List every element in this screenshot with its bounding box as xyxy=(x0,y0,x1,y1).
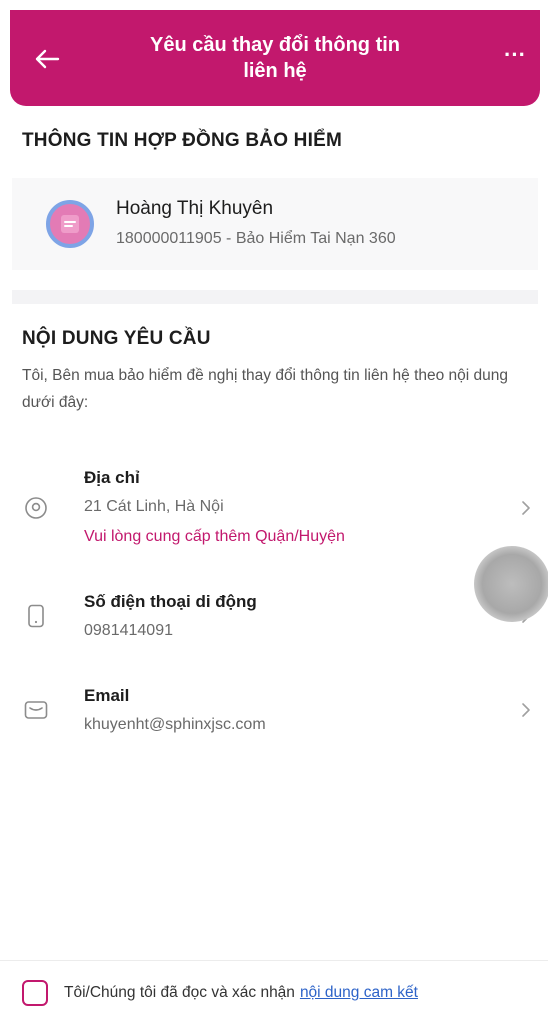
footer-divider xyxy=(0,960,548,961)
page-title-line-2: liên hệ xyxy=(243,60,307,82)
page-title: Yêu cầu thay đổi thông tin liên hệ xyxy=(100,32,450,84)
commitment-link[interactable]: nội dung cam kết xyxy=(300,984,418,1002)
assistive-touch-button[interactable] xyxy=(474,546,548,622)
holder-name: Hoàng Thị Khuyên xyxy=(116,198,274,219)
mobile-phone-icon xyxy=(28,604,44,628)
consent-text: Tôi/Chúng tôi đã đọc và xác nhận xyxy=(64,984,295,1001)
email-row[interactable]: Email khuyenht@sphinxjsc.com xyxy=(12,684,538,740)
contract-avatar xyxy=(46,200,94,248)
consent-row: Tôi/Chúng tôi đã đọc và xác nhận nội dun… xyxy=(22,980,418,1006)
back-button[interactable] xyxy=(32,44,62,74)
arrow-left-icon xyxy=(35,49,60,69)
contract-card: Hoàng Thị Khuyên 180000011905 - Bảo Hiểm… xyxy=(12,178,538,270)
address-row[interactable]: Địa chỉ 21 Cát Linh, Hà Nội Vui lòng cun… xyxy=(12,462,538,552)
phone-label: Số điện thoại di động xyxy=(84,592,257,611)
consent-checkbox[interactable] xyxy=(22,980,48,1006)
address-hint: Vui lòng cung cấp thêm Quận/Huyện xyxy=(84,528,345,545)
address-value: 21 Cát Linh, Hà Nội xyxy=(84,498,224,515)
more-options-button[interactable]: ··· xyxy=(500,44,530,74)
section-divider xyxy=(12,290,538,304)
email-label: Email xyxy=(84,686,130,705)
document-icon xyxy=(61,215,79,233)
mail-icon xyxy=(24,701,48,719)
request-section-title: NỘI DUNG YÊU CẦU xyxy=(22,328,211,349)
address-label: Địa chỉ xyxy=(84,468,140,487)
chevron-right-icon xyxy=(522,501,530,515)
location-pin-icon xyxy=(25,497,47,519)
phone-value: 0981414091 xyxy=(84,622,173,639)
contract-section-title: THÔNG TIN HỢP ĐỒNG BẢO HIỂM xyxy=(22,130,342,151)
chevron-right-icon xyxy=(522,703,530,717)
contract-info: 180000011905 - Bảo Hiểm Tai Nạn 360 xyxy=(116,230,396,247)
page-title-line-1: Yêu cầu thay đổi thông tin xyxy=(150,34,400,56)
phone-row[interactable]: Số điện thoại di động 0981414091 xyxy=(12,590,538,646)
request-intro: Tôi, Bên mua bảo hiểm đề nghị thay đổi t… xyxy=(22,367,509,411)
app-header: Yêu cầu thay đổi thông tin liên hệ ··· xyxy=(10,10,540,106)
email-value: khuyenht@sphinxjsc.com xyxy=(84,716,266,733)
